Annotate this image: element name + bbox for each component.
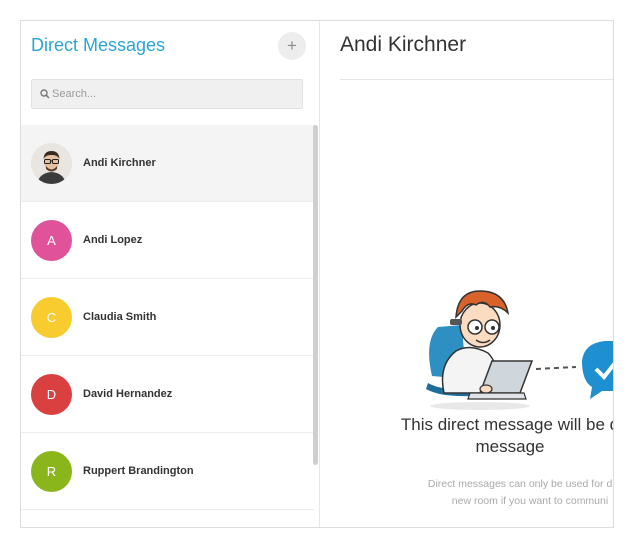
person-photo-icon — [31, 143, 72, 184]
conversation-name: Ruppert Brandington — [83, 465, 194, 477]
empty-state-subtitle-line1: Direct messages can only be used for dir… — [427, 478, 614, 490]
direct-messages-window: Direct Messages + Search... Andi Kirchne… — [20, 20, 614, 528]
conversation-panel: Andi Kirchner This direct message will b… — [320, 21, 614, 527]
new-message-button[interactable]: + — [278, 32, 306, 60]
empty-state-title: This direct message will be d message — [320, 414, 614, 458]
avatar: R — [31, 451, 72, 492]
conversation-item-andi-kirchner[interactable]: Andi Kirchner — [21, 125, 314, 202]
conversation-list: Andi Kirchner A Andi Lopez C Claudia Smi… — [21, 125, 314, 510]
conversation-name: Claudia Smith — [83, 311, 157, 323]
avatar — [31, 143, 72, 184]
conversation-item-ruppert-brandington[interactable]: R Ruppert Brandington — [21, 433, 314, 510]
conversation-item-david-hernandez[interactable]: D David Hernandez — [21, 356, 314, 433]
conversation-name: David Hernandez — [83, 388, 173, 400]
sidebar-title: Direct Messages — [31, 35, 166, 55]
conversation-name: Andi Lopez — [83, 234, 143, 246]
conversation-name: Andi Kirchner — [83, 157, 156, 169]
conversation-item-andi-lopez[interactable]: A Andi Lopez — [21, 202, 314, 279]
search-icon — [40, 89, 50, 99]
search-box[interactable] — [31, 79, 303, 109]
empty-state-title-line2: message — [475, 437, 545, 456]
avatar: D — [31, 374, 72, 415]
developer-illustration — [426, 290, 613, 410]
sidebar: Direct Messages + Search... Andi Kirchne… — [21, 21, 320, 527]
header-divider — [340, 79, 613, 80]
empty-state-subtitle: Direct messages can only be used for dir… — [320, 476, 614, 510]
conversation-list-scrollbar[interactable] — [313, 125, 318, 465]
conversation-item-claudia-smith[interactable]: C Claudia Smith — [21, 279, 314, 356]
avatar: A — [31, 220, 72, 261]
empty-state-subtitle-line2: new room if you want to communi — [451, 495, 609, 507]
empty-state-title-line1: This direct message will be d — [400, 415, 614, 434]
avatar: C — [31, 297, 72, 338]
search-input[interactable] — [52, 80, 292, 108]
conversation-title: Andi Kirchner — [340, 33, 467, 56]
